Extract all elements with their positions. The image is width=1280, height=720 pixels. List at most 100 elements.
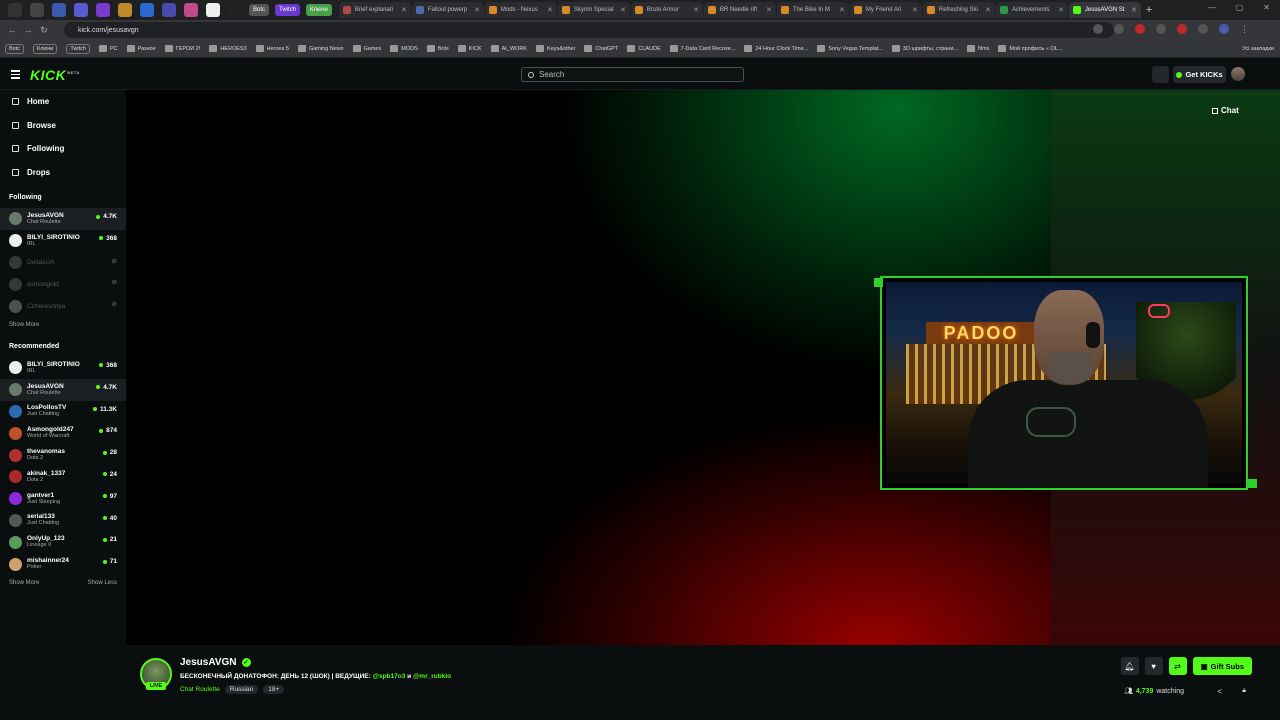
pinned-tab-botc[interactable]: Botc [249, 4, 270, 16]
show-more-recommended[interactable]: Show More [9, 580, 39, 586]
bookmark-item[interactable]: Gaming News [297, 45, 344, 52]
back-icon[interactable]: ← [4, 25, 20, 35]
bookmark-item[interactable]: MODS [390, 45, 418, 52]
browser-tab[interactable]: Fallout powerp ✕ [411, 2, 484, 18]
tab-close-icon[interactable]: ✕ [766, 6, 772, 14]
tab-close-icon[interactable]: ✕ [547, 6, 553, 14]
menu-icon[interactable] [11, 70, 20, 81]
sidebar-channel[interactable]: LosPollosTV Just Chatting 11.3K [0, 401, 126, 423]
all-bookmarks[interactable]: Усі закладки [1242, 46, 1274, 52]
extension-icon-3[interactable] [1177, 24, 1187, 34]
theater-mode-icon[interactable] [1152, 66, 1169, 83]
bookmark-item[interactable]: Мой профиль « OL... [998, 45, 1062, 52]
new-tab-button[interactable]: + [1146, 4, 1152, 16]
bookmark-item[interactable]: Bots [426, 45, 449, 52]
tab-icon-2[interactable] [30, 3, 44, 17]
browser-tab[interactable]: Brute Armor ✕ [630, 2, 703, 18]
sidebar-channel[interactable]: Ccheresnnya ⊘ [0, 295, 126, 317]
close-window-icon[interactable]: ✕ [1263, 3, 1270, 12]
sidebar-channel[interactable]: serial133 Just Chatting 40 [0, 510, 126, 532]
browser-tab[interactable]: Skyrim Special ✕ [557, 2, 630, 18]
tag-language[interactable]: Russian [224, 685, 259, 694]
sidebar-channel[interactable]: Asmongold247 World of Warcraft 874 [0, 422, 126, 444]
sidebar-channel[interactable]: mishainner24 Poker 71 [0, 553, 126, 575]
browser-tab[interactable]: My Friend Ari ✕ [849, 2, 922, 18]
bookmark-item[interactable]: Sony Vegas Templat... [817, 45, 883, 52]
bookmark-item[interactable]: 7-Data Card Recove... [669, 45, 735, 52]
tag-mature[interactable]: 18+ [263, 685, 285, 694]
sidebar-channel[interactable]: akinak_1337 Dota 2 24 [0, 466, 126, 488]
gift-subs-button[interactable]: ▣ Gift Subs [1192, 657, 1252, 675]
translate-icon[interactable] [1093, 24, 1103, 34]
reload-icon[interactable]: ↻ [36, 25, 52, 36]
video-player[interactable]: Chat PADOO [126, 90, 1280, 645]
follow-heart-button[interactable]: ♥ [1144, 657, 1163, 675]
bookmark-item[interactable]: Keys&other [535, 45, 575, 52]
get-kicks-button[interactable]: Get KICKs [1173, 66, 1226, 83]
browser-tab[interactable]: BR Needle rifl ✕ [703, 2, 776, 18]
bookmark-item[interactable]: ГЕРОИ 2! [164, 45, 200, 52]
sidebar-channel[interactable]: BILYI_SIROTINIO IRL 368 [0, 357, 126, 379]
tab-icon-1[interactable] [8, 3, 22, 17]
tab-close-icon[interactable]: ✕ [401, 6, 407, 14]
sidebar-channel[interactable]: OnlyUp_123 Lineage II 21 [0, 531, 126, 553]
lock-icon[interactable]: 🔒︎ [1242, 687, 1246, 695]
tab-icon-6[interactable] [118, 3, 132, 17]
extensions-icon[interactable] [1198, 24, 1208, 34]
bookmark-item[interactable]: Games [352, 45, 381, 52]
minimize-icon[interactable]: — [1208, 3, 1216, 12]
category-link[interactable]: Chat Roulette [180, 686, 220, 693]
bookmark-item[interactable]: 24 Hour Clock Time... [744, 45, 808, 52]
browser-tab[interactable]: The Bike In M ✕ [776, 2, 849, 18]
sidebar-channel[interactable]: BILYI_SIROTINIO IRL 368 [0, 230, 126, 252]
bookmark-item[interactable]: KICK [457, 45, 482, 52]
bookmark-item[interactable]: ChatGPT [584, 45, 618, 52]
share-button[interactable]: < [1217, 687, 1222, 696]
browser-tab[interactable]: Achievements ✕ [995, 2, 1068, 18]
kick-logo[interactable]: KICKBETA [30, 67, 80, 83]
profile-icon[interactable] [1219, 24, 1229, 34]
tab-icon-4[interactable] [74, 3, 88, 17]
tab-close-icon[interactable]: ✕ [839, 6, 845, 14]
tab-icon-9[interactable] [184, 3, 198, 17]
tab-close-icon[interactable]: ✕ [620, 6, 626, 14]
star-icon[interactable] [1114, 24, 1124, 34]
sidebar-nav-home[interactable]: Home [0, 90, 126, 114]
browser-tab[interactable]: Brief explanati ✕ [338, 2, 411, 18]
tab-close-icon[interactable]: ✕ [1058, 6, 1064, 14]
forward-icon[interactable]: → [20, 25, 36, 35]
host-mention-2[interactable]: @mr_rubkio [413, 673, 451, 680]
tab-icon-7[interactable] [140, 3, 154, 17]
sidebar-nav-drops[interactable]: Drops [0, 161, 126, 185]
tab-icon-11[interactable] [228, 3, 242, 17]
bookmark-item[interactable]: 3D шрифты, страни... [891, 45, 958, 52]
bookmark-item[interactable]: films [967, 45, 989, 52]
extension-icon-1[interactable] [1135, 24, 1145, 34]
notification-bell-button[interactable]: 🔔︎ [1120, 657, 1139, 675]
bookmark-item[interactable]: Разное [126, 45, 156, 52]
tab-close-icon[interactable]: ✕ [1131, 6, 1137, 14]
sidebar-channel[interactable]: DeltasUA ⊘ [0, 252, 126, 274]
menu-dots-icon[interactable]: ⋮ [1240, 24, 1250, 34]
pinned-tab-twitch[interactable]: Twitch [275, 4, 301, 16]
tab-close-icon[interactable]: ✕ [474, 6, 480, 14]
pinned-tab-keys[interactable]: Ключи [306, 4, 332, 16]
tab-icon-8[interactable] [162, 3, 176, 17]
user-avatar[interactable] [1231, 67, 1245, 81]
host-mention-1[interactable]: @spb17o3 [373, 673, 406, 680]
tab-icon-10[interactable] [206, 3, 220, 17]
browser-tab[interactable]: JesusAVGN St ✕ [1068, 2, 1141, 18]
bookmark-item[interactable]: CLAUDE [627, 45, 661, 52]
browser-tab[interactable]: Mods - Nexus ✕ [484, 2, 557, 18]
sidebar-channel[interactable]: thevanomas Dota 2 28 [0, 444, 126, 466]
url-field[interactable]: kick.com/jesusavgn [64, 22, 1114, 38]
show-more-following[interactable]: Show More [0, 317, 126, 333]
bookmark-item[interactable]: Ключи [33, 43, 58, 54]
channel-name[interactable]: JesusAVGN [180, 657, 237, 668]
tab-close-icon[interactable]: ✕ [912, 6, 918, 14]
open-chat-button[interactable]: Chat [1212, 106, 1239, 115]
bookmark-item[interactable]: Twitch [66, 43, 90, 54]
tab-icon-5[interactable] [96, 3, 110, 17]
tab-close-icon[interactable]: ✕ [985, 6, 991, 14]
bookmark-item[interactable]: Heroes 5 [255, 45, 289, 52]
